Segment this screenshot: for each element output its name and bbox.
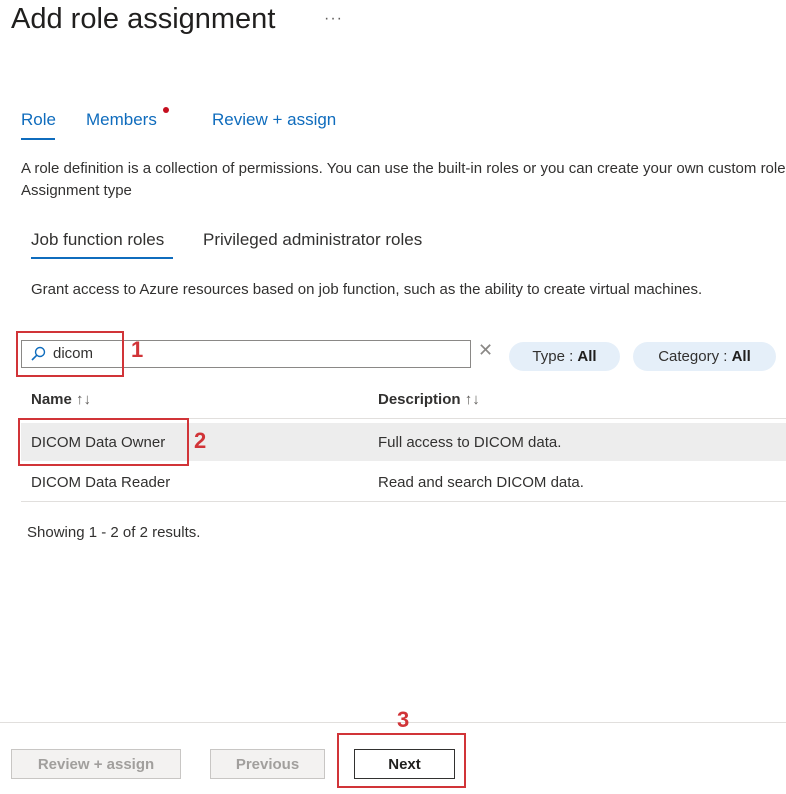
grant-access-text: Grant access to Azure resources based on…	[31, 281, 703, 298]
tab-job-function-roles[interactable]: Job function roles	[31, 230, 164, 250]
previous-button[interactable]: Previous	[210, 749, 325, 779]
review-assign-button[interactable]: Review + assign	[11, 749, 181, 779]
role-definition-description: A role definition is a collection of per…	[21, 160, 786, 177]
tab-members[interactable]: Members	[86, 110, 157, 130]
callout-data-owner	[18, 418, 189, 466]
footer-divider	[0, 722, 786, 723]
row-divider	[21, 501, 786, 502]
close-icon[interactable]: ✕	[478, 340, 493, 361]
tab-role[interactable]: Role	[21, 110, 56, 130]
results-count: Showing 1 - 2 of 2 results.	[27, 524, 201, 541]
step-3-label: 3	[397, 707, 410, 732]
name-header-label: Name	[31, 391, 72, 408]
category-filter-label: Category :	[658, 348, 732, 365]
type-filter-pill[interactable]: Type : All	[509, 342, 620, 371]
assignment-type-label: Assignment type	[21, 182, 132, 199]
sort-icon: ↑↓	[76, 391, 92, 408]
job-function-underline	[31, 257, 173, 259]
callout-next	[337, 733, 466, 788]
category-filter-pill[interactable]: Category : All	[633, 342, 776, 371]
type-filter-label: Type :	[532, 348, 578, 365]
category-filter-value: All	[731, 348, 751, 365]
tab-review-assign[interactable]: Review + assign	[212, 110, 336, 130]
sort-icon: ↑↓	[464, 391, 480, 408]
description-header-label: Description	[378, 391, 461, 408]
callout-search	[16, 331, 124, 377]
step-2-label: 2	[194, 428, 207, 453]
role-description: Read and search DICOM data.	[378, 474, 584, 491]
tab-privileged-administrator-roles[interactable]: Privileged administrator roles	[203, 230, 422, 250]
role-description: Full access to DICOM data.	[378, 434, 562, 451]
more-options-icon[interactable]: ···	[324, 10, 343, 28]
column-header-name[interactable]: Name ↑↓	[31, 391, 91, 408]
step-1-label: 1	[131, 337, 144, 362]
tab-role-underline	[21, 138, 55, 140]
page-title: Add role assignment	[11, 3, 276, 35]
column-header-description[interactable]: Description ↑↓	[378, 391, 480, 408]
type-filter-value: All	[577, 348, 597, 365]
members-indicator-dot	[163, 107, 169, 113]
role-name[interactable]: DICOM Data Reader	[31, 474, 170, 491]
